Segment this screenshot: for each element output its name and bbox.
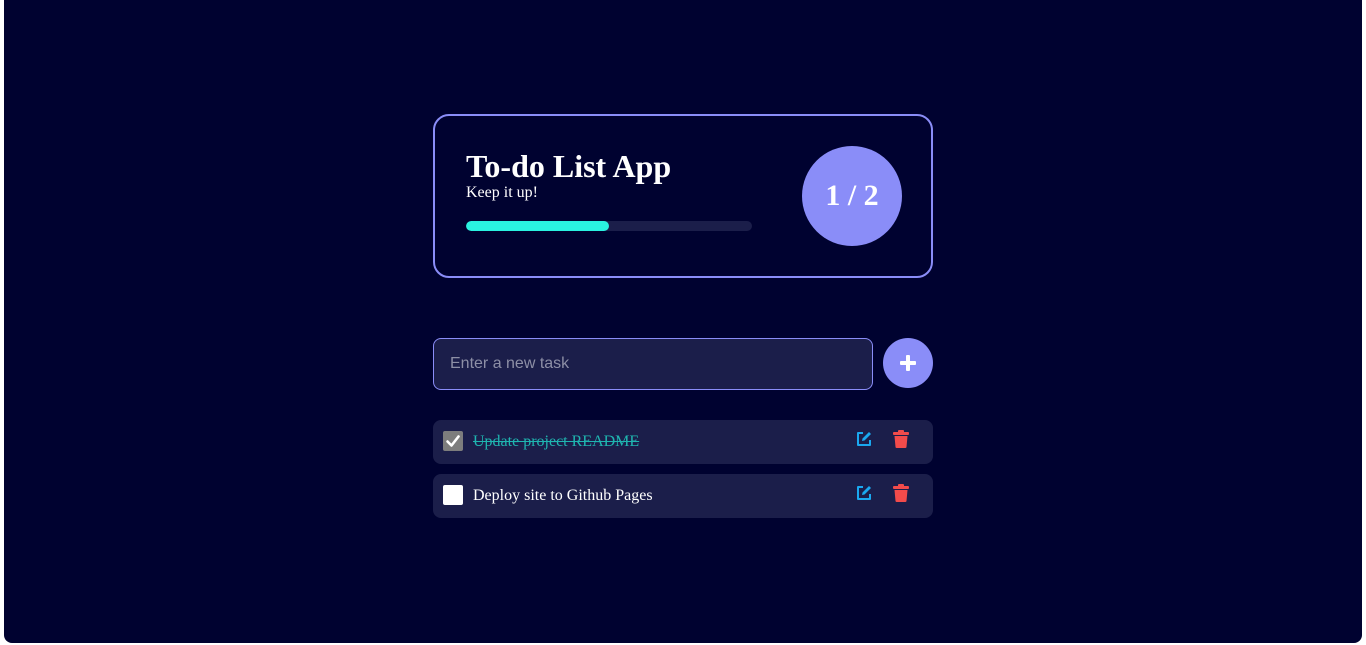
task-list: Update project README Deploy site to Git… xyxy=(433,420,933,528)
task-item: Deploy site to Github Pages xyxy=(433,474,933,518)
add-task-form xyxy=(433,338,933,390)
edit-icon[interactable] xyxy=(855,430,873,448)
app-background: To-do List App Keep it up! 1 / 2 Enter a… xyxy=(4,0,1362,643)
plus-icon xyxy=(900,355,916,371)
app-subtitle: Keep it up! xyxy=(466,184,538,201)
task-count-badge: 1 / 2 xyxy=(802,146,902,246)
progress-bar xyxy=(466,221,752,231)
todo-app: To-do List App Keep it up! 1 / 2 Enter a… xyxy=(433,0,933,643)
add-task-button[interactable] xyxy=(883,338,933,388)
new-task-input[interactable] xyxy=(433,338,873,390)
task-label: Update project README xyxy=(473,433,640,450)
app-title: To-do List App xyxy=(466,148,672,184)
progress-bar-fill xyxy=(466,221,609,231)
checkmark-icon xyxy=(446,435,460,447)
trash-icon[interactable] xyxy=(893,484,909,502)
task-item: Update project README xyxy=(433,420,933,464)
task-label: Deploy site to Github Pages xyxy=(473,487,653,504)
edit-icon[interactable] xyxy=(855,484,873,502)
stats-card: To-do List App Keep it up! 1 / 2 xyxy=(433,114,933,278)
task-checkbox[interactable] xyxy=(443,431,463,451)
task-checkbox[interactable] xyxy=(443,485,463,505)
trash-icon[interactable] xyxy=(893,430,909,448)
